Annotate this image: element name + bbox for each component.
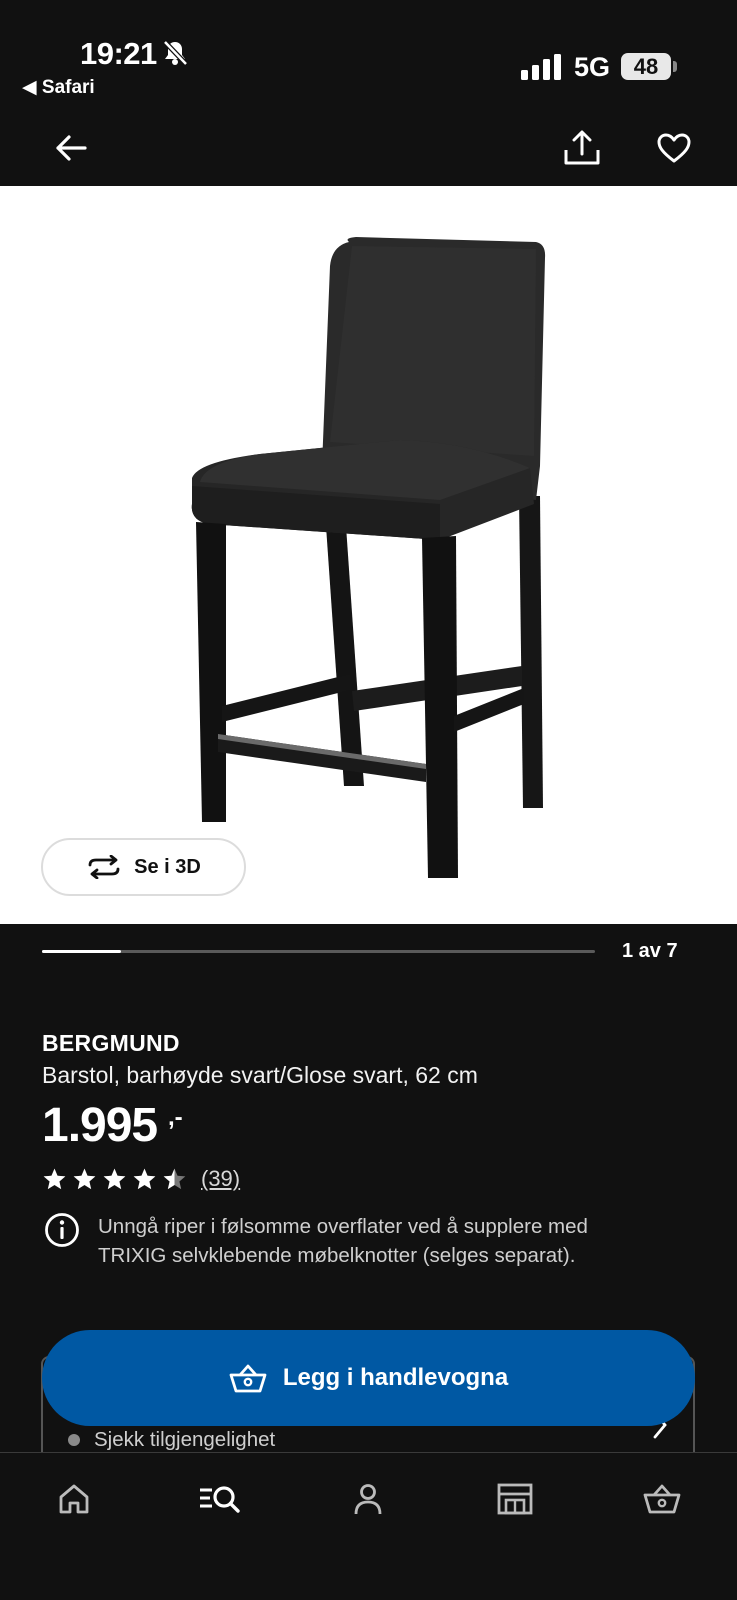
store-icon (497, 1483, 533, 1515)
product-brand: BERGMUND (42, 1030, 180, 1056)
back-to-safari-link[interactable]: ◀ Safari (22, 76, 95, 99)
rotate-3d-icon (88, 855, 120, 879)
share-button[interactable] (560, 126, 604, 170)
status-bar: 19:21 ◀ Safari 5G 48 (0, 0, 737, 110)
gallery-progress (42, 950, 595, 953)
star-icon (73, 1168, 96, 1190)
back-arrow-icon (56, 135, 87, 161)
review-count-link[interactable]: (39) (201, 1166, 240, 1192)
share-icon (564, 130, 600, 165)
price-suffix: ,- (168, 1104, 183, 1131)
search-icon (200, 1486, 240, 1513)
back-button[interactable] (50, 128, 92, 168)
product-price: 1.995 (42, 1099, 158, 1152)
network-type: 5G (574, 52, 611, 82)
tab-search[interactable] (196, 1475, 244, 1523)
profile-icon (354, 1484, 382, 1515)
cart-icon (643, 1484, 681, 1514)
info-text: Unngå riper i følsomme overflater ved å … (98, 1215, 588, 1267)
view-3d-label: Se i 3D (134, 855, 201, 878)
status-time: 19:21 (80, 36, 157, 71)
star-icon (163, 1168, 186, 1190)
bell-muted-icon (162, 39, 188, 72)
heart-icon (657, 133, 691, 163)
cart-icon (229, 1364, 267, 1393)
battery-tip (673, 61, 677, 72)
status-dot (68, 1434, 80, 1446)
star-icon (43, 1168, 66, 1190)
star-icon (133, 1168, 156, 1190)
product-description: Barstol, barhøyde svart/Glose svart, 62 … (42, 1062, 478, 1088)
rating-stars (42, 1167, 187, 1191)
home-icon (59, 1484, 89, 1514)
bar-stool-image (191, 237, 546, 878)
info-icon (45, 1213, 79, 1247)
signal-icon (521, 54, 563, 85)
battery-icon: 48 (621, 53, 671, 80)
tab-cart[interactable] (638, 1475, 686, 1523)
info-notice: Unngå riper i følsomme overflater ved å … (44, 1212, 658, 1270)
view-3d-button[interactable]: Se i 3D (41, 838, 246, 896)
availability-label: Sjekk tilgjengelighet (94, 1428, 276, 1451)
product-rating[interactable]: (39) (42, 1166, 240, 1192)
star-icon (103, 1168, 126, 1190)
tab-home[interactable] (50, 1475, 98, 1523)
tab-profile[interactable] (344, 1475, 392, 1523)
product-image[interactable]: Se i 3D (0, 186, 737, 924)
gallery-progress-fill (42, 950, 122, 953)
add-to-cart-button[interactable]: Legg i handlevogna (42, 1330, 695, 1426)
tab-store[interactable] (491, 1475, 539, 1523)
bottom-tab-bar (0, 1452, 737, 1600)
availability-row[interactable]: Sjekk tilgjengelighet (68, 1428, 275, 1452)
add-to-cart-label: Legg i handlevogna (282, 1364, 509, 1391)
gallery-position: 1 av 7 (622, 940, 678, 962)
favorite-button[interactable] (652, 126, 696, 170)
